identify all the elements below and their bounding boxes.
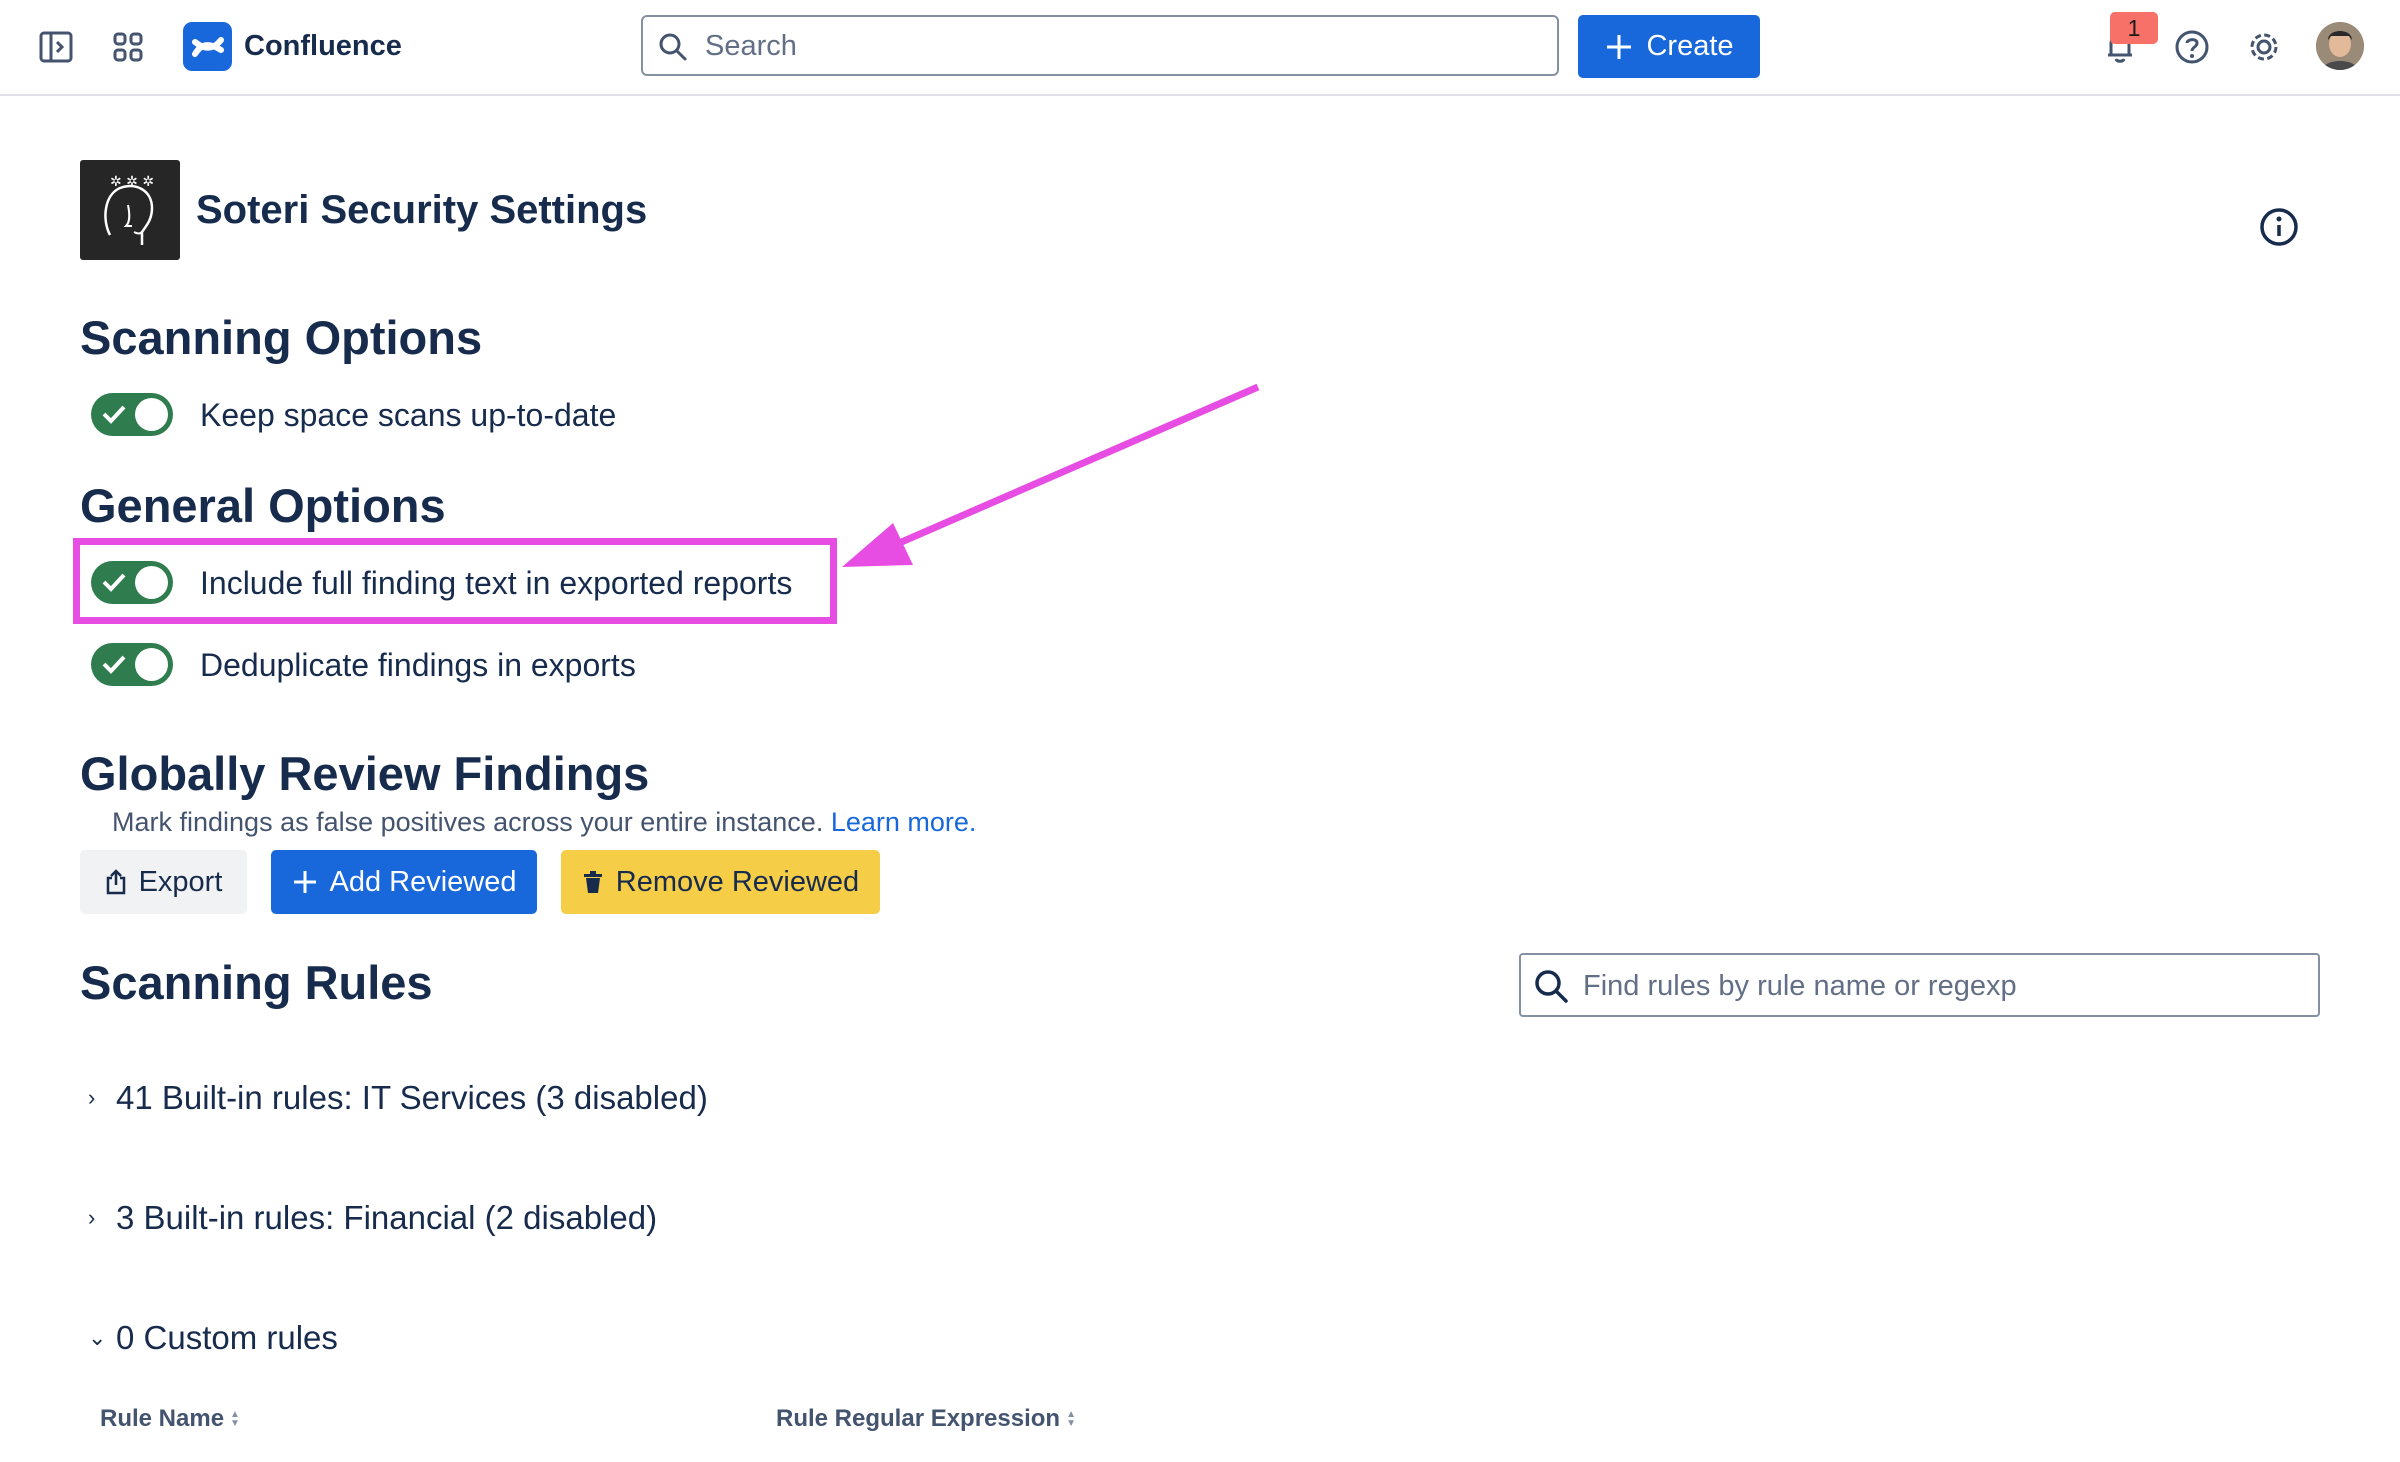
review-findings-heading: Globally Review Findings bbox=[80, 747, 650, 800]
sidebar-toggle-icon[interactable] bbox=[36, 28, 76, 66]
toggle-keep-scans-up-to-date[interactable] bbox=[91, 393, 173, 436]
help-icon[interactable] bbox=[2172, 26, 2212, 68]
checkmark-icon bbox=[102, 655, 126, 674]
export-button[interactable]: Export bbox=[80, 850, 247, 914]
toggle-knob bbox=[135, 648, 168, 681]
sort-icon: ▲ ▼ bbox=[230, 1409, 240, 1429]
column-header-label: Rule Name bbox=[100, 1405, 225, 1432]
search-input[interactable] bbox=[703, 17, 1547, 76]
svg-text:✲ ✲ ✲: ✲ ✲ ✲ bbox=[110, 174, 154, 190]
global-search[interactable] bbox=[641, 15, 1559, 76]
info-icon[interactable] bbox=[2259, 207, 2299, 247]
chevron-right-icon: › bbox=[88, 1205, 96, 1230]
create-button-label: Create bbox=[1646, 30, 1734, 62]
trash-icon bbox=[583, 871, 602, 893]
add-reviewed-button[interactable]: Add Reviewed bbox=[271, 850, 537, 914]
settings-gear-icon[interactable] bbox=[2244, 26, 2284, 68]
create-button[interactable]: Create bbox=[1578, 15, 1760, 78]
plus-icon bbox=[1607, 34, 1632, 59]
rule-search-field[interactable] bbox=[1519, 953, 2320, 1017]
annotation-arrow-icon bbox=[842, 383, 1260, 567]
top-navigation-bar: Confluence Create 1 bbox=[0, 0, 2400, 96]
scanning-rules-heading: Scanning Rules bbox=[80, 956, 433, 1009]
page-title: Soteri Security Settings bbox=[196, 188, 648, 232]
column-header-rule-name[interactable]: Rule Name ▲ ▼ bbox=[100, 1405, 240, 1433]
deduplicate-label: Deduplicate findings in exports bbox=[200, 647, 636, 683]
search-icon bbox=[1535, 970, 1568, 1003]
checkmark-icon bbox=[102, 405, 126, 424]
learn-more-link[interactable]: Learn more. bbox=[831, 807, 977, 837]
annotation-highlight-box bbox=[73, 538, 837, 624]
export-icon bbox=[106, 869, 125, 895]
review-description: Mark findings as false positives across … bbox=[112, 804, 976, 840]
app-switcher-icon[interactable] bbox=[108, 28, 148, 66]
user-avatar[interactable] bbox=[2316, 22, 2364, 70]
add-reviewed-label: Add Reviewed bbox=[329, 865, 517, 898]
column-header-label: Rule Regular Expression bbox=[776, 1405, 1061, 1432]
chevron-down-icon: ⌄ bbox=[88, 1325, 107, 1350]
rule-group-financial[interactable]: › 3 Built-in rules: Financial (2 disable… bbox=[88, 1197, 657, 1239]
app-name[interactable]: Confluence bbox=[244, 26, 402, 66]
rule-group-label: 0 Custom rules bbox=[116, 1319, 338, 1356]
rule-group-it-services[interactable]: › 41 Built-in rules: IT Services (3 disa… bbox=[88, 1077, 708, 1119]
remove-reviewed-label: Remove Reviewed bbox=[615, 865, 860, 898]
plus-icon bbox=[293, 871, 316, 893]
toggle-knob bbox=[135, 398, 168, 431]
general-options-heading: General Options bbox=[80, 479, 446, 532]
scanning-options-heading: Scanning Options bbox=[80, 311, 483, 364]
notification-count-badge: 1 bbox=[2110, 12, 2158, 44]
soteri-logo-icon: ✲ ✲ ✲ bbox=[80, 160, 180, 260]
rule-search-input[interactable] bbox=[1581, 955, 2305, 1017]
keep-scans-label: Keep space scans up-to-date bbox=[200, 397, 617, 433]
rule-group-label: 41 Built-in rules: IT Services (3 disabl… bbox=[116, 1079, 708, 1116]
rule-group-custom[interactable]: ⌄ 0 Custom rules bbox=[88, 1317, 338, 1359]
toggle-deduplicate-findings[interactable] bbox=[91, 643, 173, 686]
chevron-right-icon: › bbox=[88, 1085, 96, 1110]
sort-icon: ▲ ▼ bbox=[1066, 1409, 1076, 1429]
review-description-text: Mark findings as false positives across … bbox=[112, 807, 824, 837]
rule-group-label: 3 Built-in rules: Financial (2 disabled) bbox=[116, 1199, 658, 1236]
export-button-label: Export bbox=[138, 865, 223, 898]
confluence-logo-icon[interactable] bbox=[183, 22, 232, 71]
remove-reviewed-button[interactable]: Remove Reviewed bbox=[561, 850, 880, 914]
search-icon bbox=[659, 33, 687, 61]
column-header-rule-regex[interactable]: Rule Regular Expression ▲ ▼ bbox=[776, 1405, 1076, 1433]
